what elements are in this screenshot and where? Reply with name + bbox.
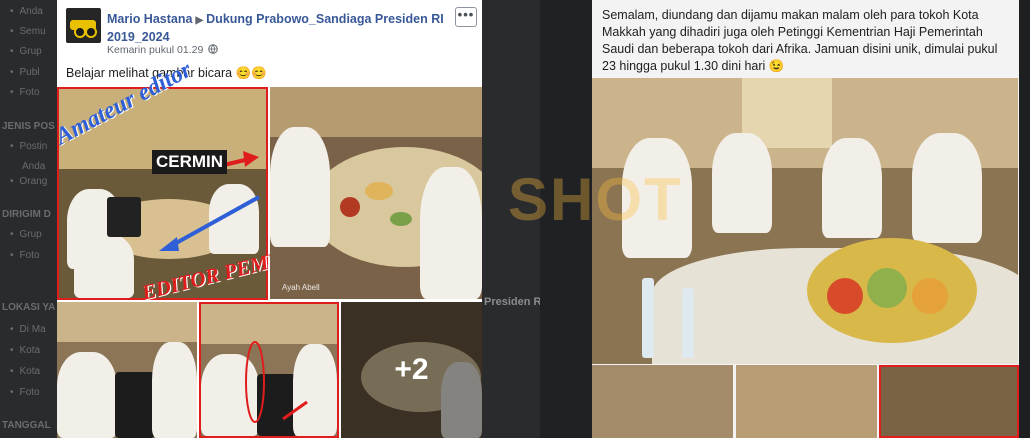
- photo-watermark: Ayah Abell: [282, 283, 320, 292]
- timestamp[interactable]: Kemarin pukul 01.29: [107, 44, 203, 56]
- bg-section: LOKASI YA: [2, 302, 56, 313]
- bg-section: TANGGAL: [2, 420, 51, 431]
- right-photo-room[interactable]: [592, 365, 733, 438]
- caret-right-icon: ▶: [195, 15, 204, 26]
- bg-item: Grup: [10, 229, 42, 240]
- photo-more[interactable]: +2: [341, 302, 482, 438]
- right-edge: [1019, 0, 1030, 438]
- photo-circled[interactable]: [199, 302, 339, 438]
- bg-section: DIRIGIM D: [2, 209, 51, 220]
- bg-item: Foto: [10, 87, 40, 98]
- annotation-cermin: CERMIN: [152, 150, 228, 174]
- bg-item: Grup: [10, 46, 42, 57]
- author-name[interactable]: Mario Hastana: [107, 12, 192, 26]
- bg-item: Anda: [10, 6, 43, 17]
- bg-item: Orang: [10, 176, 48, 187]
- bg-item: Kota: [10, 345, 41, 356]
- post-meta: Kemarin pukul 01.29: [107, 44, 219, 56]
- photo-dinner-table[interactable]: [270, 87, 482, 299]
- bg-item: Publ: [10, 67, 40, 78]
- avatar[interactable]: [66, 8, 101, 43]
- center-watermark: SHOT: [508, 166, 683, 233]
- bg-item: Di Ma: [10, 324, 46, 335]
- right-photo-hall[interactable]: [736, 365, 877, 438]
- post-header: Mario Hastana ▶ Dukung Prabowo_Sandiaga Pr…: [107, 11, 457, 45]
- globe-icon: [208, 44, 219, 56]
- bg-section: JENIS POS: [2, 121, 55, 132]
- bg-item: Anda: [22, 161, 46, 172]
- right-post-caption: Semalam, diundang dan dijamu makan malam…: [602, 8, 998, 73]
- photo-guests[interactable]: [57, 302, 197, 438]
- bg-item: Postin: [10, 141, 48, 152]
- more-options-button[interactable]: •••: [455, 7, 477, 27]
- bg-item: Foto: [10, 250, 40, 261]
- bg-item: Foto: [10, 387, 40, 398]
- bg-partial-label: Presiden R: [484, 296, 542, 308]
- more-photos-count[interactable]: +2: [341, 302, 482, 438]
- bg-item: Semu: [10, 26, 46, 37]
- bg-item: Kota: [10, 366, 41, 377]
- right-photo-circled[interactable]: [879, 365, 1019, 438]
